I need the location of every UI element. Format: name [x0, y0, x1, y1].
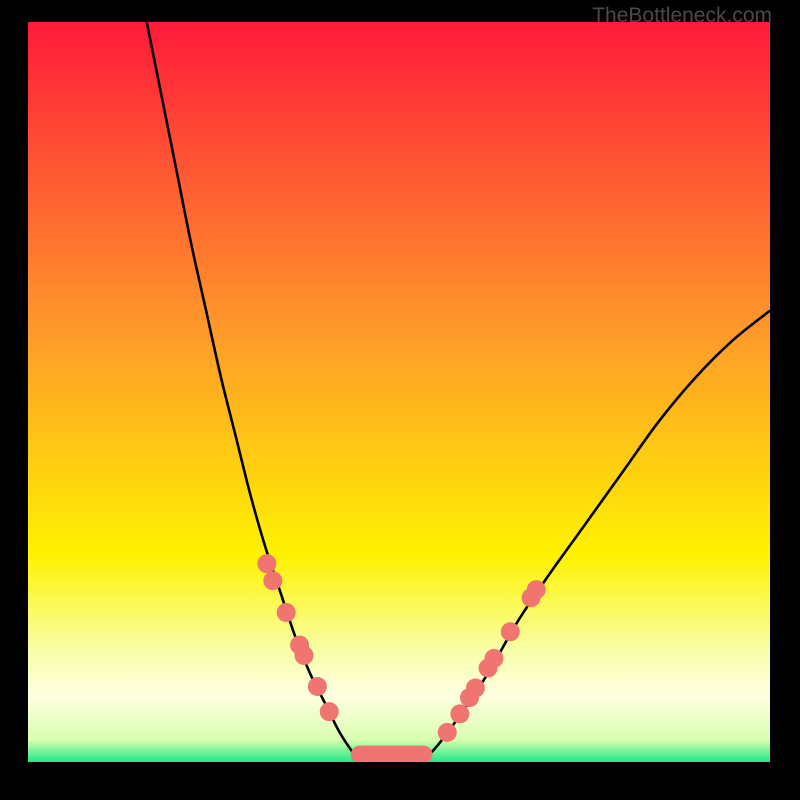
data-dot: [450, 704, 469, 723]
data-dot: [295, 646, 314, 665]
data-dot: [484, 649, 503, 668]
data-dot: [308, 677, 327, 696]
data-dot: [438, 723, 457, 742]
data-dot: [501, 622, 520, 641]
data-dot: [320, 702, 339, 721]
chart-area: [28, 22, 770, 762]
data-dot: [527, 580, 546, 599]
valley-bar: [351, 746, 433, 762]
valley-bar-group: [351, 746, 433, 762]
data-dot: [263, 571, 282, 590]
watermark-text: TheBottleneck.com: [592, 4, 772, 28]
data-dot: [257, 554, 276, 573]
gradient-background: [28, 22, 770, 762]
data-dot: [466, 679, 485, 698]
chart-svg: [28, 22, 770, 762]
data-dot: [277, 603, 296, 622]
